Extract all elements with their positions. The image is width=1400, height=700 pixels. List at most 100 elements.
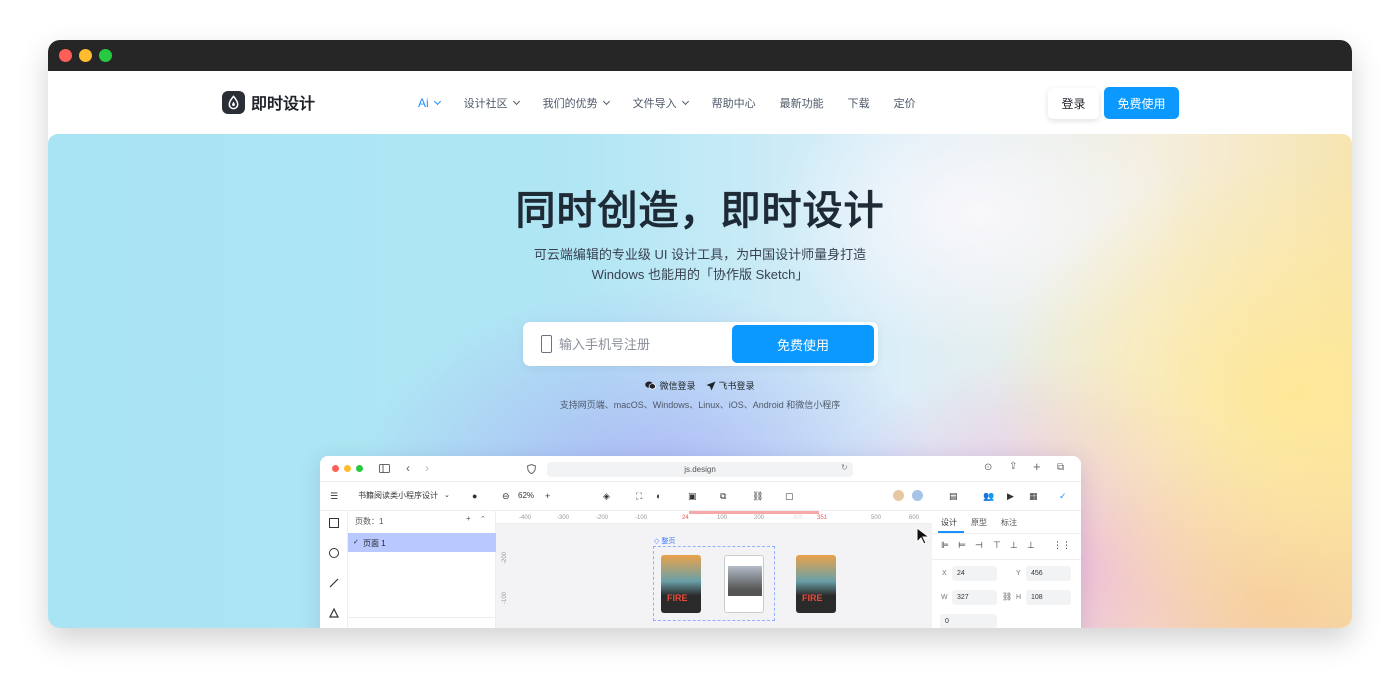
ruler-tick: 600 — [909, 515, 920, 521]
tab-design[interactable]: 设计 — [941, 517, 957, 528]
new-tab-icon[interactable]: + — [1033, 459, 1041, 474]
align-top-icon[interactable]: ⊤ — [993, 540, 1001, 551]
align-center-h-icon[interactable]: ⊨ — [958, 540, 966, 551]
ruler-tick: 351 — [817, 515, 828, 521]
chevron-down-icon — [512, 97, 520, 106]
detail-image — [728, 566, 762, 596]
share-users-icon[interactable]: 👥 — [983, 491, 994, 501]
tab-prototype[interactable]: 原型 — [971, 517, 987, 528]
nav-item-pricing[interactable]: 定价 — [894, 95, 916, 111]
play-icon[interactable]: ▶ — [1007, 491, 1014, 501]
rectangle-tool-icon[interactable] — [329, 518, 339, 528]
y-input[interactable]: 456 — [1026, 566, 1071, 581]
distribute-icon[interactable]: ⋮⋮ — [1053, 540, 1071, 551]
brand-logo[interactable]: 即时设计 — [222, 90, 315, 114]
book-poster[interactable]: FIRE — [796, 555, 836, 613]
line-tool-icon[interactable] — [329, 578, 339, 588]
nav-menu: Ai 设计社区 我们的优势 文件导入 帮助中心 最新功能 下载 定价 — [418, 95, 940, 111]
preview-frame-icon[interactable]: ▢ — [785, 491, 794, 501]
signup-form: 免费使用 — [523, 322, 878, 366]
x-input[interactable]: 24 — [952, 566, 997, 581]
reload-icon[interactable]: ↻ — [841, 463, 848, 472]
signup-button[interactable]: 免费使用 — [732, 325, 874, 363]
feishu-login-link[interactable]: 飞书登录 — [706, 379, 755, 392]
app-preview: ‹ › js.design ↻ ⊙ ⇪ + ⧉ ☰ 书籍阅读类小程序设计 ⌄ ●… — [320, 456, 1081, 628]
app-url-bar[interactable]: js.design — [547, 462, 853, 477]
wechat-login-link[interactable]: 微信登录 — [645, 379, 696, 392]
platform-support-text: 支持网页端、macOS、Windows、Linux、iOS、Android 和微… — [559, 400, 841, 410]
nav-item-advantages[interactable]: 我们的优势 — [543, 95, 610, 111]
nav-item-new-features[interactable]: 最新功能 — [780, 95, 824, 111]
layout-icon[interactable]: ▦ — [1029, 491, 1038, 501]
image-icon[interactable]: ▣ — [688, 491, 697, 501]
collapse-icon[interactable]: ⌃ — [480, 515, 486, 523]
lock-ratio-icon[interactable]: ⛓ — [1002, 592, 1012, 601]
nav-item-ai[interactable]: Ai — [418, 95, 441, 111]
nav-item-community[interactable]: 设计社区 — [463, 95, 520, 111]
width-input[interactable]: 327 — [952, 590, 997, 605]
zoom-in-icon[interactable]: + — [545, 491, 550, 501]
tab-annotation[interactable]: 标注 — [1001, 517, 1017, 528]
ruler-tick: -100 — [635, 515, 648, 521]
ruler-tick: -400 — [519, 515, 532, 521]
y-value: 456 — [1031, 570, 1043, 577]
design-canvas[interactable]: -400 -300 -200 -100 24 100 200 300 351 5… — [496, 511, 932, 628]
cursor-icon — [916, 527, 930, 545]
rotation-input[interactable]: 0 — [940, 614, 997, 628]
ai-icon[interactable]: ● — [472, 491, 477, 501]
height-input[interactable]: 108 — [1026, 590, 1071, 605]
nav-item-help[interactable]: 帮助中心 — [712, 95, 756, 111]
mask-icon[interactable]: ◐ — [656, 491, 661, 501]
sidebar-toggle-icon[interactable] — [379, 464, 390, 473]
chevron-down-icon[interactable]: ⌄ — [444, 491, 450, 501]
align-bottom-icon[interactable]: ⊥ — [1027, 540, 1035, 551]
panel-divider — [932, 533, 1081, 534]
minimize-window-button[interactable] — [79, 49, 92, 62]
frame-icon[interactable]: ⛶ — [636, 491, 642, 501]
app-minimize-dot — [344, 465, 351, 472]
maximize-window-button[interactable] — [99, 49, 112, 62]
avatar[interactable] — [893, 490, 904, 501]
align-left-icon[interactable]: ⊫ — [941, 540, 949, 551]
book-detail-screen[interactable] — [724, 555, 764, 613]
back-icon[interactable]: ‹ — [406, 461, 410, 475]
check-circle-icon[interactable]: ✓ — [1059, 491, 1067, 501]
brand-logo-icon — [222, 90, 245, 114]
plugin-icon[interactable]: ▤ — [949, 491, 958, 501]
nav-item-download[interactable]: 下载 — [848, 95, 870, 111]
zoom-out-icon[interactable]: ⊖ — [502, 491, 510, 501]
close-window-button[interactable] — [59, 49, 72, 62]
ruler-selection-highlight — [689, 511, 819, 514]
window-titlebar — [48, 40, 1352, 71]
align-right-icon[interactable]: ⊣ — [975, 540, 983, 551]
book-poster[interactable]: FIRE — [661, 555, 701, 613]
link-icon[interactable]: ⛓ — [752, 491, 763, 501]
boolean-icon[interactable]: ⧉ — [720, 491, 726, 501]
download-icon[interactable]: ⊙ — [984, 462, 992, 473]
file-name[interactable]: 书籍阅读类小程序设计 — [358, 491, 438, 501]
align-center-v-icon[interactable]: ⊥ — [1010, 540, 1018, 551]
social-login: 微信登录 飞书登录 — [48, 379, 1352, 392]
free-use-button[interactable]: 免费使用 — [1104, 87, 1179, 119]
phone-input[interactable] — [559, 334, 719, 354]
add-page-icon[interactable]: + — [466, 514, 471, 523]
login-button[interactable]: 登录 — [1048, 88, 1099, 119]
avatar[interactable] — [912, 490, 923, 501]
component-icon[interactable]: ◈ — [603, 491, 610, 501]
horizontal-ruler: -400 -300 -200 -100 24 100 200 300 351 5… — [496, 511, 932, 524]
hero-title: 同时创造，即时设计 — [515, 189, 885, 233]
nav-item-import[interactable]: 文件导入 — [633, 95, 689, 111]
tabs-icon[interactable]: ⧉ — [1057, 462, 1064, 473]
ruler-tick: -300 — [557, 515, 570, 521]
ellipse-tool-icon[interactable] — [329, 548, 339, 558]
forward-icon[interactable]: › — [425, 461, 429, 475]
nav-item-label: 下载 — [847, 98, 870, 110]
share-icon[interactable]: ⇪ — [1009, 461, 1017, 472]
triangle-tool-icon[interactable] — [329, 608, 339, 618]
page-item-selected[interactable]: ✓ 页面 1 — [348, 533, 496, 552]
nav-item-label: 设计社区 — [463, 98, 508, 110]
brand-name: 即时设计 — [251, 96, 316, 113]
menu-icon[interactable]: ☰ — [330, 491, 338, 501]
nav-item-label: 最新功能 — [779, 98, 824, 110]
zoom-level[interactable]: 62% — [518, 491, 534, 501]
